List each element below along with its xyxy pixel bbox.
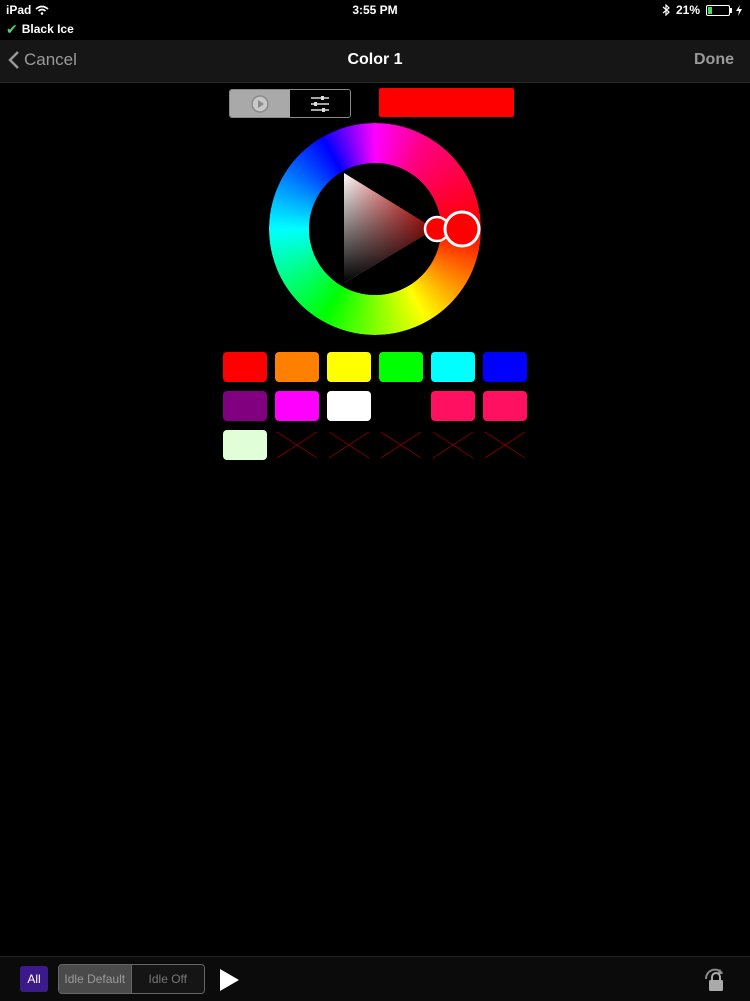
selected-color-preview [379,88,514,117]
sliders-icon [311,95,329,112]
charging-icon [736,4,742,16]
tab-sliders[interactable] [290,90,350,117]
empty-swatch-slot[interactable] [379,430,423,460]
done-button[interactable]: Done [694,51,734,69]
checkmark-icon: ✔ [6,20,18,37]
palette-swatch[interactable] [431,391,475,421]
tab-play-mode[interactable] [230,90,290,117]
status-bar: iPad 3:55 PM 21% [0,0,750,20]
empty-swatch-slot[interactable] [483,430,527,460]
empty-swatch-slot[interactable] [327,430,371,460]
palette-swatch[interactable] [379,352,423,382]
picker-mode-segmented-control [229,89,351,118]
empty-swatch-slot[interactable] [431,430,475,460]
battery-icon [706,4,732,16]
palette-swatch[interactable] [275,391,319,421]
palette-swatch[interactable] [223,430,267,460]
play-mode-icon [251,94,269,113]
palette-swatch[interactable] [483,391,527,421]
connection-name: Black Ice [21,22,74,36]
lock-rotation-icon[interactable] [700,965,730,993]
idle-segmented-control: Idle Default Idle Off [58,964,205,994]
color-wheel[interactable] [269,123,481,335]
navigation-bar: Cancel Color 1 Done [0,40,750,83]
bluetooth-icon [662,4,670,16]
idle-default-button[interactable]: Idle Default [59,965,131,993]
play-icon[interactable] [218,968,240,992]
connection-status: ✔ Black Ice [6,20,74,38]
clock: 3:55 PM [352,3,398,17]
empty-swatch-slot[interactable] [275,430,319,460]
palette-swatch[interactable] [431,352,475,382]
palette-swatch[interactable] [223,352,267,382]
palette-swatch[interactable] [275,352,319,382]
hue-ring-handle[interactable] [443,210,481,248]
battery-percent: 21% [675,3,700,17]
palette-swatch[interactable] [223,391,267,421]
all-button[interactable]: All [20,966,48,992]
idle-off-button[interactable]: Idle Off [130,965,204,993]
page-title: Color 1 [347,51,403,68]
bottom-toolbar: All Idle Default Idle Off [0,956,750,1001]
palette-swatch[interactable] [327,352,371,382]
palette-swatch[interactable] [327,391,371,421]
palette-swatch[interactable] [483,352,527,382]
